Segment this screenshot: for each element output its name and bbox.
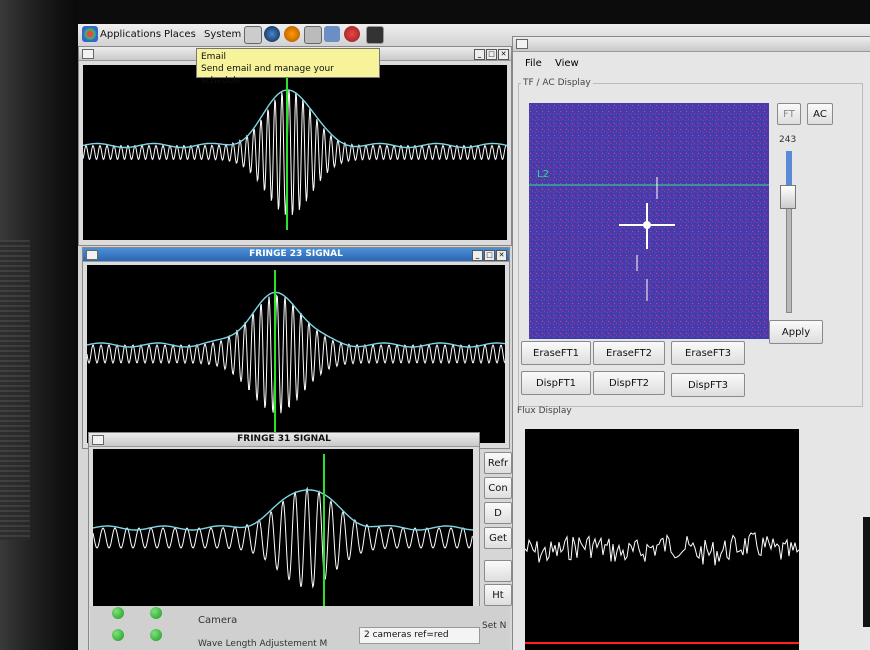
gnome-foot-icon[interactable] <box>82 26 98 42</box>
fringe-signal-trace <box>87 293 505 414</box>
fringe-23-title: FRINGE 23 SIGNAL <box>249 249 343 259</box>
fringe-23-svg <box>87 270 505 440</box>
fringe-top-plot <box>83 65 507 240</box>
app-icon[interactable] <box>324 26 340 42</box>
flux-trace <box>524 532 800 566</box>
ft-button[interactable]: FT <box>777 103 801 125</box>
slider-fill <box>786 151 792 185</box>
fringe-31-title: FRINGE 31 SIGNAL <box>237 434 331 444</box>
apply-button[interactable]: Apply <box>769 320 823 344</box>
fringe-31-titlebar[interactable]: FRINGE 31 SIGNAL <box>89 433 479 447</box>
refresh-button[interactable]: Refr <box>484 452 512 474</box>
status-led <box>112 629 124 641</box>
view-menu[interactable]: View <box>555 58 579 69</box>
window-menu-icon[interactable] <box>92 435 104 445</box>
disp-ft3-button[interactable]: DispFT3 <box>671 373 745 397</box>
fringe-31-plot <box>93 449 473 627</box>
tf-menubar: File View <box>513 55 870 73</box>
erase-ft2-button[interactable]: EraseFT2 <box>593 341 665 365</box>
tf-window-titlebar[interactable] <box>513 37 870 52</box>
blank-button[interactable] <box>484 560 512 582</box>
slider-value: 243 <box>779 135 797 145</box>
cameras-select[interactable]: 2 cameras ref=red <box>359 627 480 644</box>
close-icon[interactable]: ✕ <box>496 250 507 261</box>
places-menu[interactable]: Places <box>164 29 196 40</box>
window-menu-icon[interactable] <box>86 250 98 260</box>
close-icon[interactable]: ✕ <box>498 49 509 60</box>
tf-ac-display: L2 <box>529 103 769 339</box>
fringe-signal-trace <box>83 89 507 215</box>
maximize-icon[interactable]: □ <box>486 49 497 60</box>
system-menu[interactable]: System <box>204 29 241 40</box>
fringe-31-svg <box>93 454 473 624</box>
window-menu-icon[interactable] <box>516 39 528 49</box>
email-icon[interactable] <box>284 26 300 42</box>
web-browser-icon[interactable] <box>264 26 280 42</box>
fringe-23-plot <box>87 265 505 443</box>
applications-menu[interactable]: Applications <box>100 29 161 40</box>
tf-group-title: TF / AC Display <box>521 78 593 88</box>
edge-panel <box>863 517 870 627</box>
l2-label: L2 <box>537 169 549 180</box>
file-menu[interactable]: File <box>525 58 542 69</box>
tooltip-text: Send email and manage your schedule <box>201 64 334 86</box>
tools-icon[interactable] <box>304 26 322 44</box>
d-button[interactable]: D <box>484 502 512 524</box>
fringe-23-window: FRINGE 23 SIGNAL _ □ ✕ <box>82 247 510 449</box>
status-led <box>150 607 162 619</box>
ac-button[interactable]: AC <box>807 103 833 125</box>
maximize-icon[interactable]: □ <box>484 250 495 261</box>
app-icon-red[interactable] <box>344 26 360 42</box>
disp-ft1-button[interactable]: DispFT1 <box>521 371 591 395</box>
tf-ac-window: File View TF / AC Display L2 FT AC 243 A… <box>512 36 870 650</box>
disp-ft2-button[interactable]: DispFT2 <box>593 371 665 395</box>
get-button[interactable]: Get <box>484 527 512 549</box>
email-tooltip: Email Send email and manage your schedul… <box>196 48 380 86</box>
screen: Applications Places System Email Send em… <box>78 24 870 650</box>
central-peak <box>643 221 651 229</box>
fringe-23-titlebar[interactable]: FRINGE 23 SIGNAL _ □ ✕ <box>83 248 509 262</box>
status-led <box>150 629 162 641</box>
server-rack <box>0 240 30 540</box>
text-editor-icon[interactable] <box>244 26 262 44</box>
threshold-slider-thumb[interactable] <box>780 185 796 209</box>
flux-svg <box>524 532 800 644</box>
fringe-signal-trace <box>93 486 473 589</box>
terminal-icon[interactable] <box>366 26 384 44</box>
window-menu-icon[interactable] <box>82 49 94 59</box>
erase-ft1-button[interactable]: EraseFT1 <box>521 341 591 365</box>
status-led <box>112 607 124 619</box>
minimize-icon[interactable]: _ <box>472 250 483 261</box>
fringe-envelope-trace <box>87 291 505 348</box>
tf-ac-svg: L2 <box>529 103 769 339</box>
flux-display <box>524 429 800 650</box>
ht-button[interactable]: Ht <box>484 584 512 606</box>
connect-button[interactable]: Con <box>484 477 512 499</box>
wavelength-label: Wave Length Adjustement M <box>198 639 328 649</box>
flux-group-title: Flux Display <box>517 406 572 416</box>
camera-label: Camera <box>198 615 238 626</box>
fringe-envelope-trace <box>93 489 473 531</box>
tooltip-title: Email <box>201 52 226 62</box>
minimize-icon[interactable]: _ <box>474 49 485 60</box>
fringe-top-svg <box>83 75 507 230</box>
erase-ft3-button[interactable]: EraseFT3 <box>671 341 745 365</box>
set-label: Set N <box>482 621 507 631</box>
